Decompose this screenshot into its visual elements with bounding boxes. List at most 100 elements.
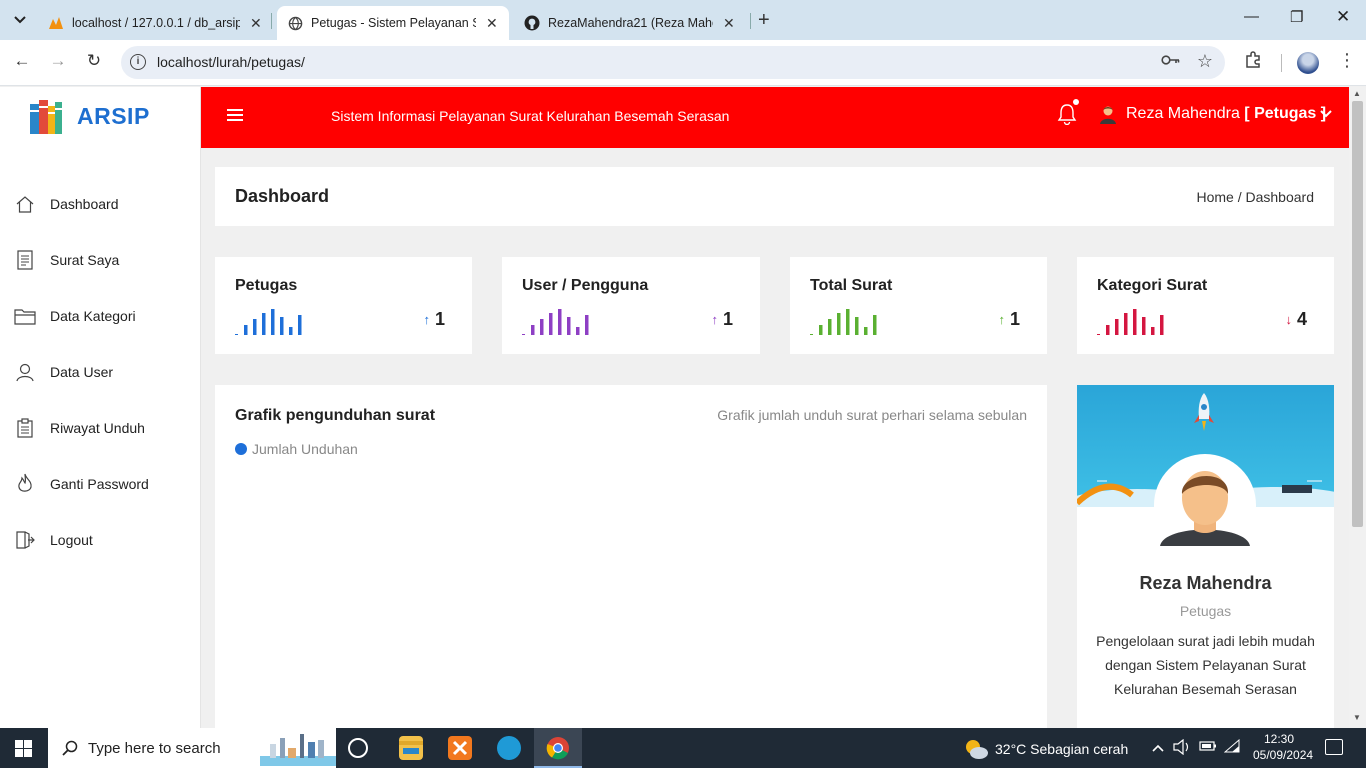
- user-role: Petugas: [1254, 105, 1317, 122]
- profile-card: Reza Mahendra Petugas Pengelolaan surat …: [1077, 385, 1334, 728]
- stat-value: 1: [1009, 309, 1020, 329]
- restore-button[interactable]: ❐: [1290, 8, 1303, 26]
- scroll-down-arrow-icon[interactable]: ▼: [1353, 713, 1361, 722]
- close-tab-icon[interactable]: ✕: [723, 15, 735, 32]
- sparkline-bar: [567, 317, 571, 335]
- extensions-icon[interactable]: [1244, 51, 1262, 74]
- sidebar-item-surat-saya[interactable]: Surat Saya: [14, 245, 119, 275]
- sparkline-bar: [1151, 327, 1155, 335]
- close-tab-icon[interactable]: ✕: [486, 15, 498, 32]
- edge-browser-icon[interactable]: [497, 736, 521, 760]
- sidebar-item-label: Riwayat Unduh: [50, 420, 145, 436]
- close-tab-icon[interactable]: ✕: [250, 15, 262, 32]
- user-menu[interactable]: Reza Mahendra [ Petugas ]: [1126, 105, 1326, 123]
- stat-card-petugas[interactable]: Petugas ↑ 1: [215, 257, 472, 354]
- chart-plot-area: [235, 475, 1027, 728]
- tab-github[interactable]: RezaMahendra21 (Reza Mahendra) ✕: [514, 6, 745, 40]
- chevron-up-icon[interactable]: [1152, 739, 1164, 755]
- breadcrumb[interactable]: Home / Dashboard: [1196, 189, 1314, 205]
- brand-name[interactable]: ARSIP: [77, 103, 150, 130]
- hamburger-menu-icon[interactable]: [227, 109, 243, 121]
- tab-phpmyadmin[interactable]: localhost / 127.0.0.1 / db_arsip | ✕: [38, 6, 272, 40]
- user-avatar-icon[interactable]: [1098, 104, 1118, 129]
- sparkline-bar: [540, 319, 544, 335]
- site-info-icon[interactable]: i: [130, 54, 146, 70]
- sidebar-item-dashboard[interactable]: Dashboard: [14, 189, 119, 219]
- home-icon: [14, 193, 36, 215]
- tab-title: Petugas - Sistem Pelayanan Sur: [311, 16, 476, 30]
- stat-card-kategori-surat[interactable]: Kategori Surat ↓ 4: [1077, 257, 1334, 354]
- notification-bell-icon[interactable]: [1057, 103, 1077, 131]
- bookmark-star-icon[interactable]: ☆: [1197, 51, 1213, 72]
- tab-search-button[interactable]: [8, 8, 32, 32]
- url-text[interactable]: localhost/lurah/petugas/: [157, 54, 305, 70]
- sparkline-bar: [298, 315, 302, 335]
- stat-card-user[interactable]: User / Pengguna ↑ 1: [502, 257, 760, 354]
- battery-icon[interactable]: [1199, 739, 1217, 755]
- scrollbar-thumb[interactable]: [1352, 101, 1363, 527]
- stat-title: User / Pengguna: [522, 277, 649, 294]
- forward-button[interactable]: →: [47, 51, 69, 71]
- chevron-down-icon[interactable]: [1320, 105, 1332, 122]
- tab-title: RezaMahendra21 (Reza Mahendra): [548, 16, 713, 30]
- weather-widget[interactable]: 32°C Sebagian cerah: [963, 738, 1128, 760]
- minimize-button[interactable]: —: [1244, 8, 1259, 25]
- scroll-up-arrow-icon[interactable]: ▲: [1353, 89, 1361, 98]
- stat-title: Total Surat: [810, 277, 893, 294]
- password-key-icon[interactable]: [1161, 53, 1181, 71]
- document-icon: [14, 249, 36, 271]
- search-icon: [62, 740, 78, 756]
- omnibox[interactable]: i localhost/lurah/petugas/ ☆: [121, 46, 1225, 79]
- windows-start-icon[interactable]: [15, 740, 32, 757]
- history-icon: [14, 417, 36, 439]
- taskbar-search-input[interactable]: Type here to search: [48, 728, 336, 768]
- sidebar-item-riwayat-unduh[interactable]: Riwayat Unduh: [14, 413, 145, 443]
- sidebar-item-logout[interactable]: Logout: [14, 525, 93, 555]
- partly-sunny-icon: [966, 740, 988, 759]
- sidebar-item-data-user[interactable]: Data User: [14, 357, 113, 387]
- tab-petugas[interactable]: Petugas - Sistem Pelayanan Sur ✕: [277, 6, 509, 40]
- sparkline-bar: [846, 309, 850, 335]
- sidebar-item-data-kategori[interactable]: Data Kategori: [14, 301, 136, 331]
- tab-divider: [750, 13, 751, 29]
- weather-text: 32°C Sebagian cerah: [995, 741, 1129, 757]
- chart-title: Grafik pengunduhan surat: [235, 407, 436, 424]
- cortana-icon[interactable]: [348, 738, 368, 758]
- speaker-icon[interactable]: [1173, 738, 1191, 758]
- sidebar-item-label: Logout: [50, 532, 93, 548]
- sparkline-bar: [253, 319, 257, 335]
- sidebar-item-label: Data Kategori: [50, 308, 136, 324]
- sidebar-item-ganti-password[interactable]: Ganti Password: [14, 469, 149, 499]
- taskbar-clock[interactable]: 12:30 05/09/2024: [1253, 731, 1314, 763]
- xampp-icon[interactable]: [448, 736, 472, 760]
- clock-date: 05/09/2024: [1253, 748, 1314, 762]
- sparkline-bar: [576, 327, 580, 335]
- profile-avatar[interactable]: [1297, 52, 1319, 74]
- sidebar-item-label: Ganti Password: [50, 476, 149, 492]
- trend-up-icon: ↑: [998, 312, 1006, 327]
- chart-legend-item[interactable]: Jumlah Unduhan: [235, 441, 358, 457]
- sparkline-chart: [522, 309, 589, 335]
- legend-label: Jumlah Unduhan: [252, 441, 358, 457]
- wifi-icon[interactable]: [1223, 738, 1240, 756]
- new-tab-button[interactable]: +: [758, 9, 770, 32]
- sparkline-bar: [244, 325, 248, 335]
- browser-menu-icon[interactable]: ⋮: [1338, 50, 1356, 71]
- trend-up-icon: ↑: [711, 312, 719, 327]
- reload-button[interactable]: ↻: [83, 51, 105, 71]
- sparkline-chart: [1097, 309, 1164, 335]
- user-name: Reza Mahendra: [1126, 105, 1240, 122]
- sparkline-bar: [531, 325, 535, 335]
- sparkline-bar: [1124, 313, 1128, 335]
- back-button[interactable]: ←: [11, 51, 33, 71]
- notification-center-icon[interactable]: [1325, 739, 1343, 755]
- stat-card-total-surat[interactable]: Total Surat ↑ 1: [790, 257, 1047, 354]
- sparkline-chart: [235, 309, 302, 335]
- file-explorer-icon[interactable]: [399, 736, 423, 760]
- chrome-icon[interactable]: [546, 736, 570, 760]
- close-window-button[interactable]: ✕: [1336, 7, 1350, 27]
- system-title: Sistem Informasi Pelayanan Surat Kelurah…: [331, 108, 730, 124]
- stat-value: 4: [1296, 309, 1307, 329]
- page-scrollbar[interactable]: ▲ ▼: [1349, 87, 1366, 728]
- sparkline-bar: [810, 334, 813, 335]
